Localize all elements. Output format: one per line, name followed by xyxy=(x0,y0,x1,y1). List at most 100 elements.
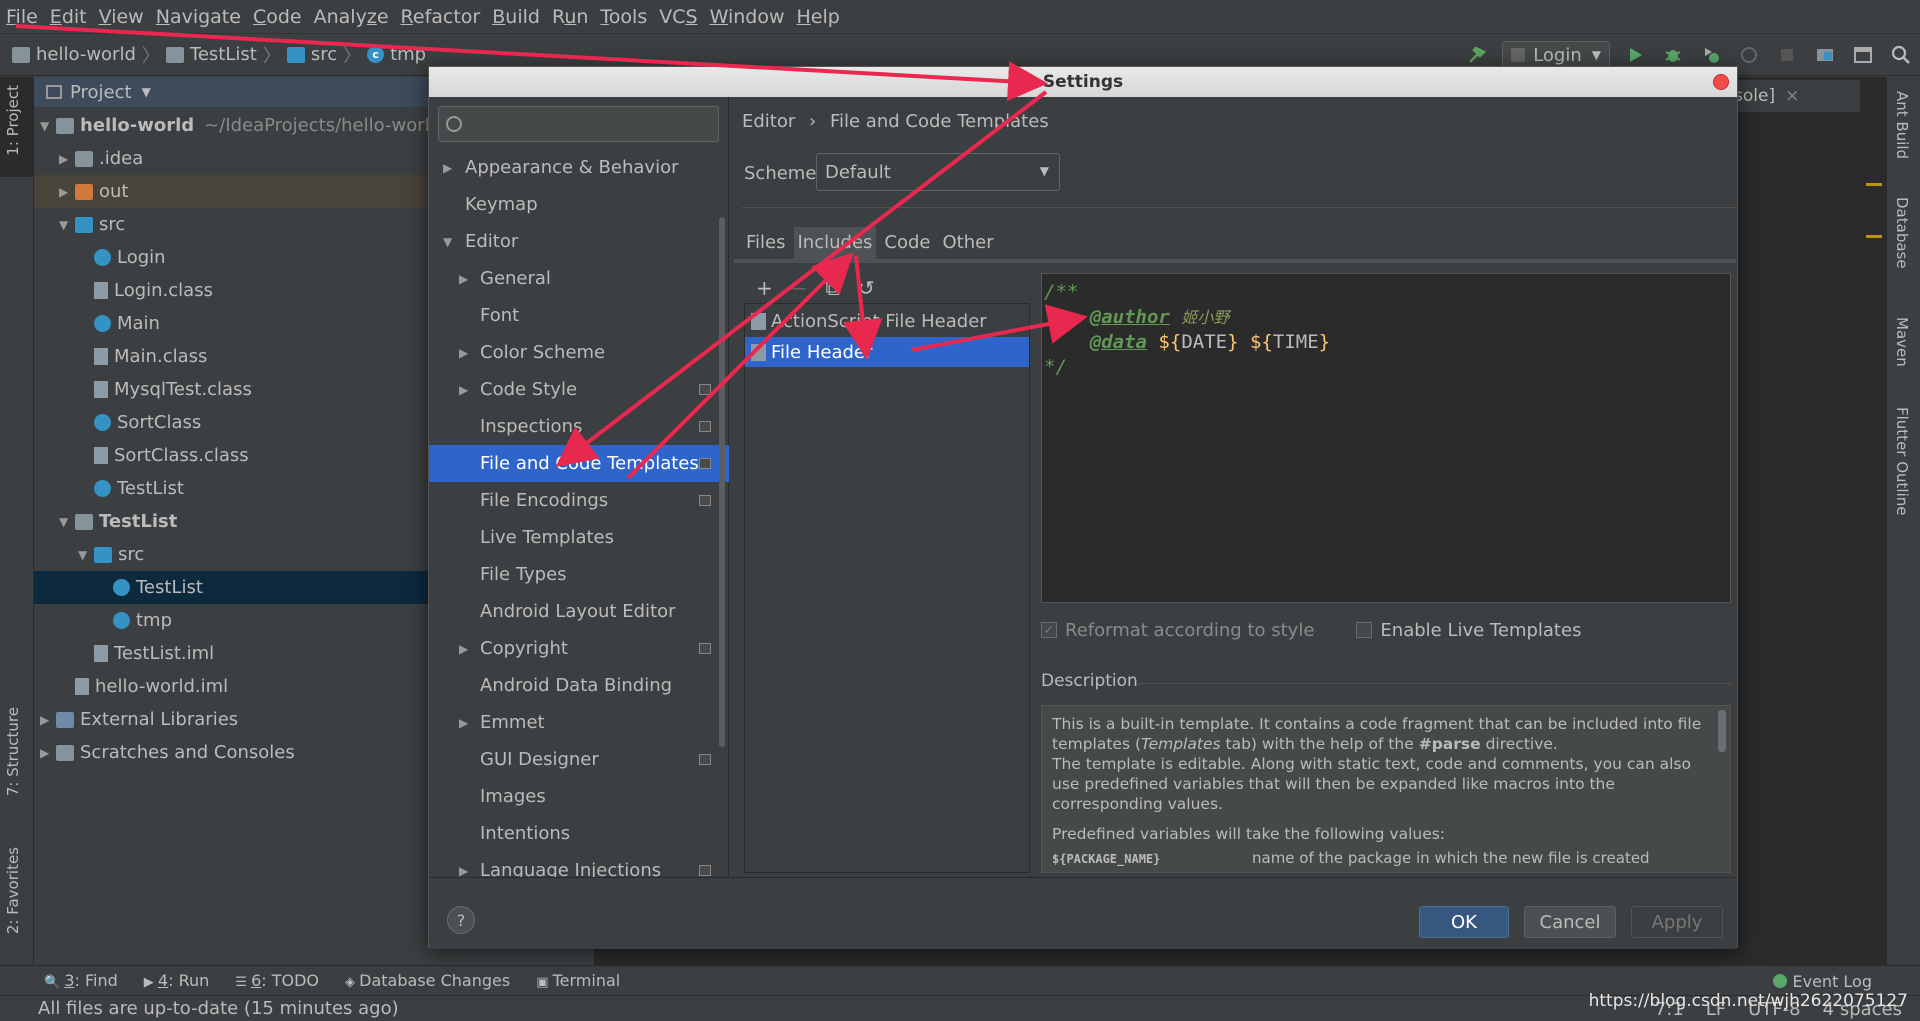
class-icon xyxy=(94,414,111,431)
add-icon[interactable]: + xyxy=(756,276,773,300)
settings-category[interactable]: Android Data Binding xyxy=(429,667,729,704)
tab-other[interactable]: Other xyxy=(939,227,998,259)
close-icon[interactable]: × xyxy=(1785,86,1799,106)
breadcrumb-item[interactable]: TestList xyxy=(190,44,257,65)
close-icon[interactable] xyxy=(1713,74,1729,90)
database-tool-tab[interactable]: Database xyxy=(1893,197,1911,269)
expand-down-icon[interactable]: ▼ xyxy=(78,548,94,562)
reformat-checkbox[interactable]: ✓ Reformat according to style xyxy=(1041,620,1314,641)
settings-category[interactable]: ▶ Color Scheme xyxy=(429,334,729,371)
ok-button[interactable]: OK xyxy=(1419,906,1509,938)
settings-category[interactable]: ▶ General xyxy=(429,260,729,297)
breadcrumb-item[interactable]: src xyxy=(311,44,337,65)
menu-file[interactable]: File xyxy=(6,6,38,28)
sdk-icon[interactable] xyxy=(1852,44,1874,66)
description-scrollbar[interactable] xyxy=(1718,710,1726,752)
bottom-tool-4[interactable]: ▶ 4: Run xyxy=(144,971,209,990)
bottom-tool-database-changes[interactable]: ◈ Database Changes xyxy=(345,971,510,990)
run-configuration-select[interactable]: Login ▼ xyxy=(1502,41,1610,69)
expand-right-icon[interactable]: ▶ xyxy=(459,383,468,397)
bottom-tool-6[interactable]: ☰ 6: TODO xyxy=(235,971,319,990)
settings-category[interactable]: ▼ Editor xyxy=(429,223,729,260)
description-panel[interactable]: This is a built-in template. It contains… xyxy=(1041,705,1731,873)
run-icon[interactable] xyxy=(1624,44,1646,66)
expand-right-icon[interactable]: ▶ xyxy=(59,152,75,166)
menu-edit[interactable]: Edit xyxy=(50,6,87,28)
live-templates-checkbox[interactable]: Enable Live Templates xyxy=(1356,620,1581,641)
menu-view[interactable]: View xyxy=(99,6,144,28)
settings-category[interactable]: Android Layout Editor xyxy=(429,593,729,630)
tab-includes[interactable]: Includes xyxy=(793,227,877,259)
tab-code[interactable]: Code xyxy=(880,227,934,259)
bottom-tool-3[interactable]: 🔍 3: Find xyxy=(44,971,118,990)
settings-category[interactable]: Images xyxy=(429,778,729,815)
debug-icon[interactable] xyxy=(1662,44,1684,66)
help-button[interactable]: ? xyxy=(447,906,475,934)
settings-category[interactable]: File Encodings xyxy=(429,482,729,519)
apply-button[interactable]: Apply xyxy=(1631,906,1723,938)
menu-help[interactable]: Help xyxy=(796,6,839,28)
settings-category[interactable]: ▶ Appearance & Behavior xyxy=(429,149,729,186)
build-hammer-icon[interactable] xyxy=(1466,44,1488,66)
settings-category[interactable]: Inspections xyxy=(429,408,729,445)
menu-code[interactable]: Code xyxy=(253,6,302,28)
bottom-tool-terminal[interactable]: ▣ Terminal xyxy=(536,971,620,990)
category-scrollbar[interactable] xyxy=(719,217,725,747)
scheme-select[interactable]: Default ▼ xyxy=(816,153,1060,191)
copy-icon[interactable]: ⧉ xyxy=(826,276,840,300)
ant-build-tool-tab[interactable]: Ant Build xyxy=(1893,91,1911,159)
menu-analyze[interactable]: Analyze xyxy=(314,6,389,28)
project-tool-tab[interactable]: 1: Project xyxy=(4,85,22,156)
settings-category[interactable]: ▶ Copyright xyxy=(429,630,729,667)
expand-right-icon[interactable]: ▶ xyxy=(459,272,468,286)
settings-category[interactable]: Intentions xyxy=(429,815,729,852)
settings-category[interactable]: File Types xyxy=(429,556,729,593)
expand-right-icon[interactable]: ▶ xyxy=(443,161,452,175)
settings-category[interactable]: ▶ Emmet xyxy=(429,704,729,741)
settings-category[interactable]: Font xyxy=(429,297,729,334)
coverage-icon[interactable] xyxy=(1700,44,1722,66)
profile-icon[interactable] xyxy=(1738,44,1760,66)
settings-search-input[interactable] xyxy=(438,106,719,142)
expand-right-icon[interactable]: ▶ xyxy=(40,713,56,727)
expand-down-icon[interactable]: ▼ xyxy=(443,235,452,249)
settings-category[interactable]: ▶ Code Style xyxy=(429,371,729,408)
cancel-button[interactable]: Cancel xyxy=(1524,906,1616,938)
expand-down-icon[interactable]: ▼ xyxy=(59,515,75,529)
settings-category[interactable]: Keymap xyxy=(429,186,729,223)
menu-tools[interactable]: Tools xyxy=(600,6,647,28)
expand-right-icon[interactable]: ▶ xyxy=(59,185,75,199)
expand-down-icon[interactable]: ▼ xyxy=(40,119,56,133)
menu-navigate[interactable]: Navigate xyxy=(156,6,241,28)
structure-tool-tab[interactable]: 7: Structure xyxy=(4,707,22,796)
expand-right-icon[interactable]: ▶ xyxy=(40,746,56,760)
breadcrumb-item[interactable]: hello-world xyxy=(36,44,136,65)
expand-right-icon[interactable]: ▶ xyxy=(459,642,468,656)
stop-icon[interactable] xyxy=(1776,44,1798,66)
tab-files[interactable]: Files xyxy=(742,227,790,259)
flutter-outline-tool-tab[interactable]: Flutter Outline xyxy=(1893,407,1911,516)
menu-refactor[interactable]: Refactor xyxy=(401,6,481,28)
settings-category[interactable]: File and Code Templates xyxy=(429,445,729,482)
template-code-editor[interactable]: /** @author 姬小野 @data ${DATE} ${TIME} */ xyxy=(1041,273,1731,603)
expand-right-icon[interactable]: ▶ xyxy=(459,864,468,878)
expand-down-icon[interactable]: ▼ xyxy=(59,218,75,232)
menu-run[interactable]: Run xyxy=(552,6,588,28)
maven-tool-tab[interactable]: Maven xyxy=(1893,317,1911,367)
search-icon[interactable] xyxy=(1890,44,1912,66)
menu-window[interactable]: Window xyxy=(710,6,785,28)
template-item[interactable]: ActionScript File Header xyxy=(745,306,1029,336)
menu-vcs[interactable]: VCS xyxy=(659,6,697,28)
expand-right-icon[interactable]: ▶ xyxy=(459,716,468,730)
project-structure-icon[interactable] xyxy=(1814,44,1836,66)
settings-category[interactable]: GUI Designer xyxy=(429,741,729,778)
favorites-tool-tab[interactable]: 2: Favorites xyxy=(4,847,22,934)
breadcrumb-item[interactable]: tmp xyxy=(390,44,426,65)
menu-build[interactable]: Build xyxy=(492,6,540,28)
settings-search-field[interactable] xyxy=(469,111,709,137)
settings-category[interactable]: Live Templates xyxy=(429,519,729,556)
remove-icon[interactable]: − xyxy=(791,276,808,300)
expand-right-icon[interactable]: ▶ xyxy=(459,346,468,360)
reset-icon[interactable]: ↺ xyxy=(858,276,875,300)
template-item[interactable]: File Header xyxy=(745,337,1029,367)
